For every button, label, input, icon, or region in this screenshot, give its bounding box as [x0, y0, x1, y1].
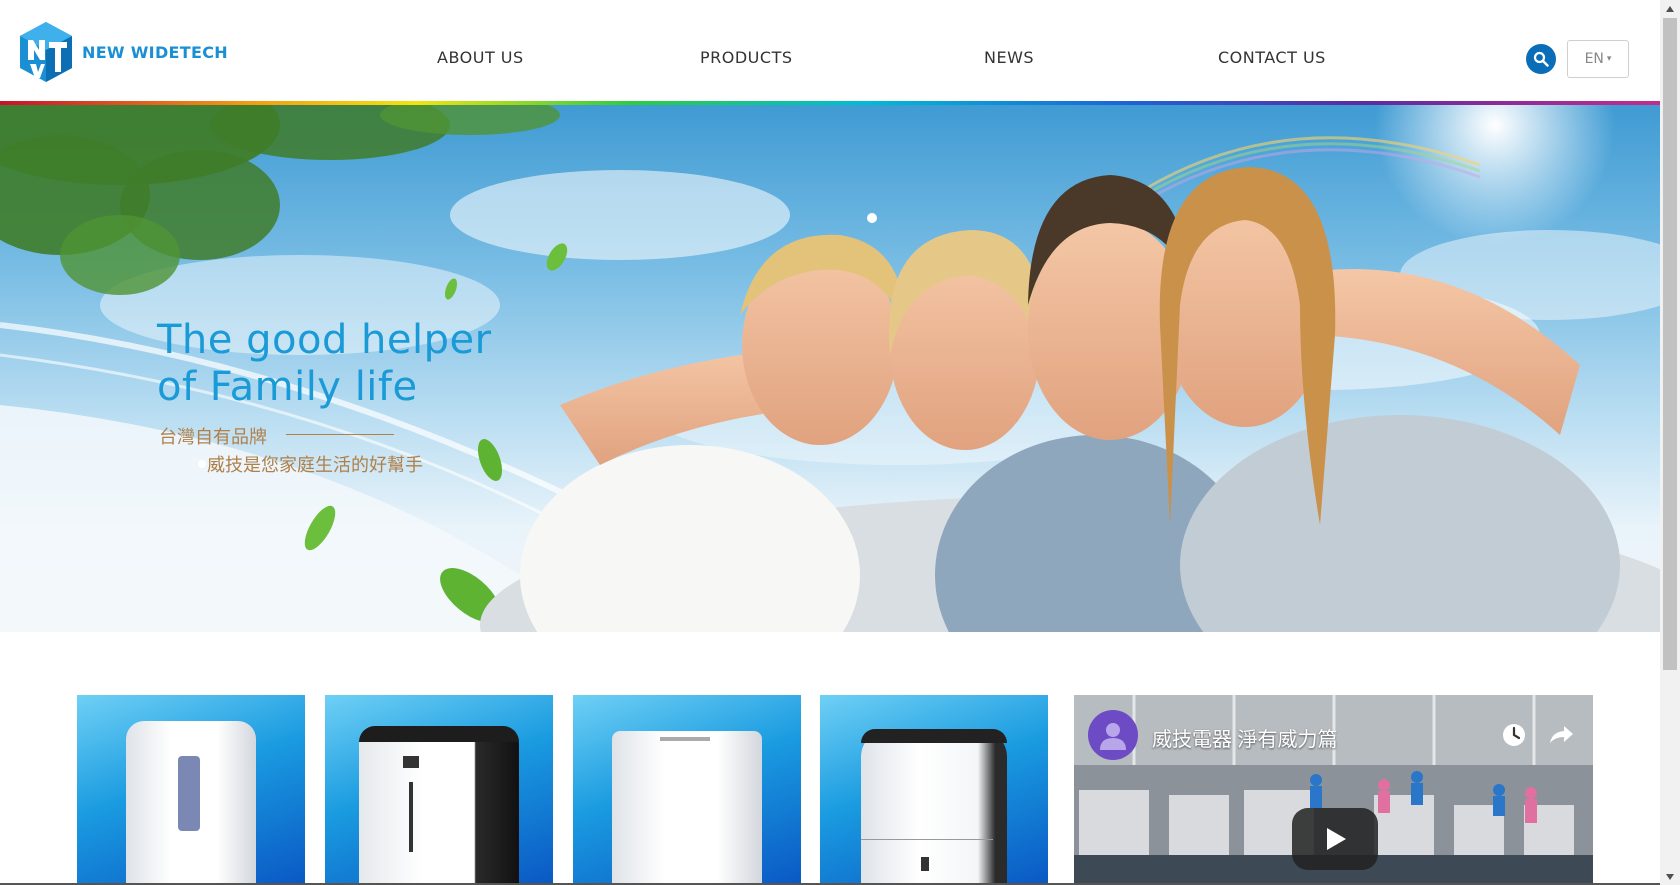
control-panel-icon — [178, 756, 200, 831]
caret-down-icon: ▾ — [1606, 54, 1612, 64]
search-icon — [1533, 51, 1549, 67]
channel-avatar[interactable] — [1088, 710, 1138, 760]
share-icon[interactable] — [1542, 717, 1578, 753]
nav-products[interactable]: PRODUCTS — [700, 48, 793, 67]
hero-subtitle-2: 威技是您家庭生活的好幫手 — [207, 455, 423, 475]
product-card-4[interactable] — [820, 695, 1048, 885]
page-scrollbar[interactable] — [1660, 0, 1680, 885]
page: { "brand": { "name": "NEW WIDETECH" }, "… — [0, 0, 1680, 885]
site-header: NEW WIDETECH ABOUT US PRODUCTS NEWS CONT… — [0, 0, 1660, 102]
scroll-up-arrow-icon[interactable] — [1660, 0, 1680, 17]
video-player[interactable]: 威技電器 淨有威力篇 — [1074, 695, 1593, 885]
product-card-2[interactable] — [325, 695, 553, 885]
hero-title-line-2: of Family life — [157, 364, 418, 410]
scroll-down-arrow-icon[interactable] — [1660, 868, 1680, 885]
hero-title: The good helper of Family life — [157, 317, 492, 411]
video-title[interactable]: 威技電器 淨有威力篇 — [1152, 723, 1338, 752]
hero-banner[interactable]: The good helper of Family life 台灣自有品牌 威技… — [0, 105, 1660, 632]
play-icon — [1327, 828, 1346, 850]
control-strip-icon — [660, 737, 710, 741]
scrollbar-thumb[interactable] — [1663, 18, 1677, 670]
hero-subtitle-rule — [286, 434, 394, 435]
language-select[interactable]: EN ▾ — [1567, 40, 1629, 78]
tank-handle-icon — [921, 857, 929, 871]
language-selected: EN — [1584, 51, 1604, 67]
slot-icon — [409, 782, 413, 852]
clock-icon[interactable] — [1496, 717, 1532, 753]
product-image-4 — [861, 729, 1007, 885]
hero-subtitle-1: 台灣自有品牌 — [159, 427, 267, 447]
nav-about-us[interactable]: ABOUT US — [437, 48, 524, 67]
user-icon — [1100, 723, 1126, 750]
play-button[interactable] — [1292, 808, 1378, 870]
product-image-3 — [612, 731, 762, 885]
product-card-3[interactable] — [573, 695, 801, 885]
main-nav: ABOUT US PRODUCTS NEWS CONTACT US — [0, 48, 1660, 72]
nav-news[interactable]: NEWS — [984, 48, 1034, 67]
search-button[interactable] — [1526, 44, 1556, 74]
display-icon — [403, 756, 419, 768]
product-image-2 — [359, 726, 519, 885]
hero-title-line-1: The good helper — [157, 317, 492, 363]
nav-contact-us[interactable]: CONTACT US — [1218, 48, 1326, 67]
product-image-1 — [126, 721, 256, 885]
product-card-1[interactable] — [77, 695, 305, 885]
